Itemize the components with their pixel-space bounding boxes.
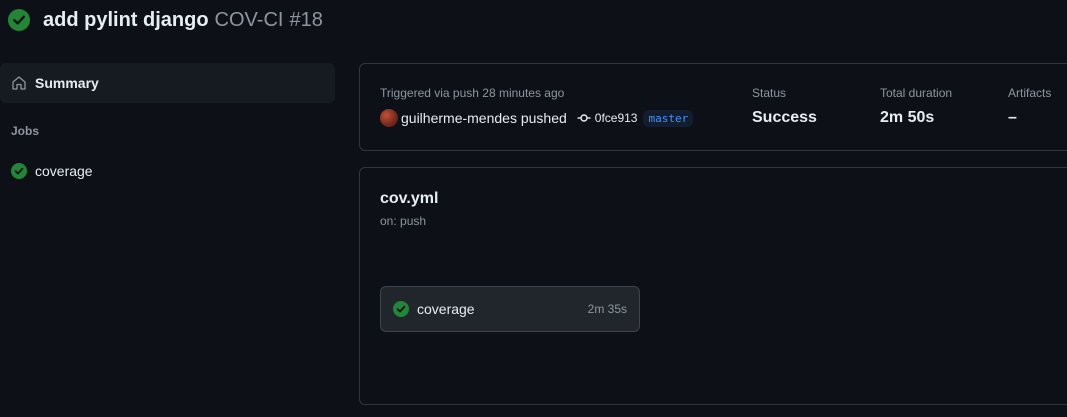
trigger-text: Triggered via push 28 minutes ago xyxy=(380,86,565,100)
branch-badge[interactable]: master xyxy=(643,109,694,127)
job-name: coverage xyxy=(417,301,475,317)
artifacts-label: Artifacts xyxy=(1008,86,1052,100)
status-value: Success xyxy=(752,109,817,126)
actor-name[interactable]: guilherme-mendes pushed xyxy=(401,110,567,126)
check-circle-fill-icon xyxy=(11,163,27,179)
job-duration: 2m 35s xyxy=(587,302,627,316)
page-header: add pylint django COV-CI #18 xyxy=(8,7,323,33)
check-circle-fill-icon xyxy=(393,301,409,317)
run-number: #18 xyxy=(289,8,323,31)
git-commit-icon xyxy=(577,114,591,122)
workflow-name: COV-CI xyxy=(214,8,284,31)
duration-label: Total duration xyxy=(880,86,953,100)
workflow-trigger: on: push xyxy=(380,214,427,228)
run-summary-card: Triggered via push 28 minutes ago guilhe… xyxy=(359,63,1067,151)
workflow-graph-card: cov.yml on: push coverage 2m 35s xyxy=(359,167,1067,405)
status-stat: Status Success xyxy=(752,86,817,127)
sidebar-item-coverage[interactable]: coverage xyxy=(0,157,335,185)
artifacts-stat: Artifacts – xyxy=(1008,86,1051,127)
commit-sha-link[interactable]: 0fce913 xyxy=(595,111,638,125)
status-label: Status xyxy=(752,86,787,100)
sidebar-item-label: coverage xyxy=(35,163,93,179)
home-icon xyxy=(12,76,26,90)
artifacts-value: – xyxy=(1008,109,1017,126)
sidebar-item-label: Summary xyxy=(35,75,99,91)
sidebar-item-summary[interactable]: Summary xyxy=(0,63,335,103)
duration-stat: Total duration 2m 50s xyxy=(880,86,952,127)
run-title: add pylint django xyxy=(43,8,209,31)
job-node-coverage[interactable]: coverage 2m 35s xyxy=(380,286,640,332)
workflow-file-name: cov.yml xyxy=(380,190,439,207)
check-circle-fill-icon xyxy=(8,9,30,31)
duration-value: 2m 50s xyxy=(880,109,935,126)
avatar[interactable] xyxy=(380,109,398,127)
jobs-heading: Jobs xyxy=(11,124,40,138)
actor-row: guilherme-mendes pushed 0fce913 master xyxy=(380,108,694,128)
